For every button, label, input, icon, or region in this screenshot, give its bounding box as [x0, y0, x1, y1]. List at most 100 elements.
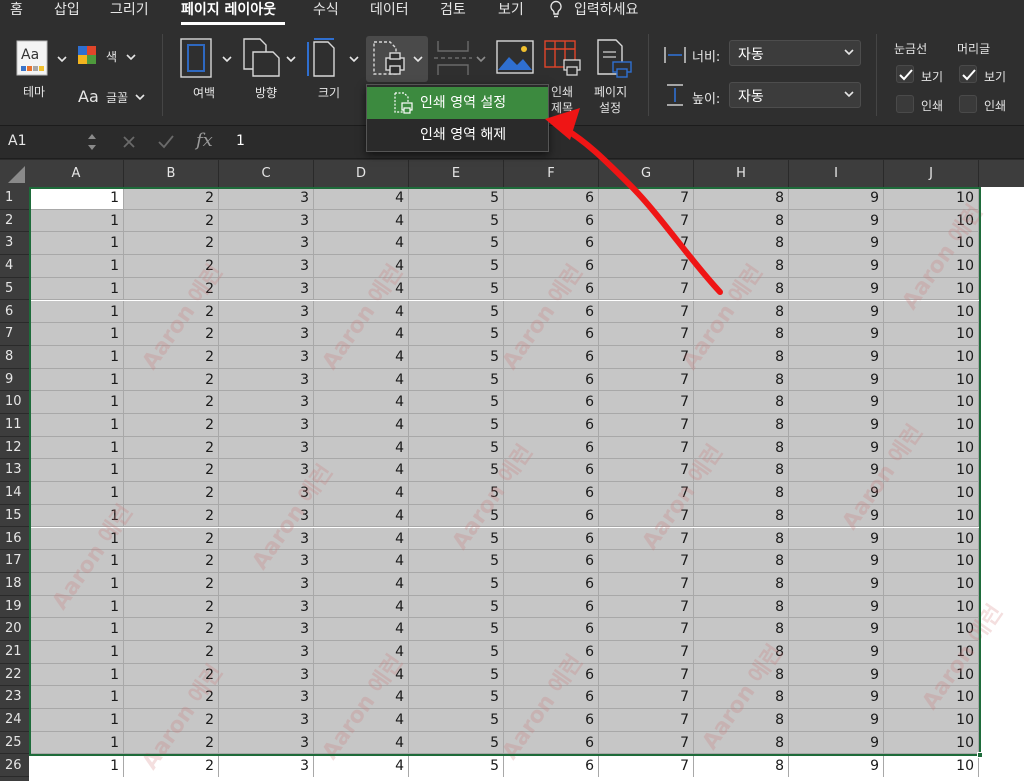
row-header[interactable]: 25	[0, 732, 29, 755]
row-header[interactable]: 7	[0, 323, 29, 346]
cell[interactable]: 9	[789, 641, 884, 664]
tab-review[interactable]: 검토	[440, 0, 466, 20]
cell[interactable]: 4	[314, 368, 409, 392]
cell[interactable]: 1	[29, 731, 124, 755]
cell[interactable]: 7	[599, 482, 694, 505]
cell[interactable]: 8	[694, 641, 789, 664]
row-header[interactable]: 23	[0, 686, 29, 710]
cell[interactable]: 9	[789, 459, 884, 483]
cell[interactable]: 3	[219, 255, 314, 278]
gridlines-view-checkbox[interactable]	[896, 65, 914, 83]
cell[interactable]: 8	[694, 482, 789, 505]
cell[interactable]: 8	[694, 618, 789, 641]
row-header[interactable]: 15	[0, 505, 29, 528]
cell[interactable]: 1	[29, 686, 124, 710]
cell[interactable]: 9	[789, 300, 884, 324]
row-header[interactable]: 1	[0, 187, 29, 210]
cell[interactable]: 5	[409, 345, 504, 369]
cell[interactable]: 9	[789, 731, 884, 755]
cell[interactable]: 3	[219, 572, 314, 596]
cell[interactable]: 8	[694, 323, 789, 346]
column-header-j[interactable]: J	[884, 160, 979, 187]
row-header[interactable]: 10	[0, 391, 29, 414]
tab-home[interactable]: 홈	[10, 0, 23, 20]
orientation-icon[interactable]	[243, 38, 281, 78]
formula-input[interactable]: 1	[236, 133, 245, 149]
cell[interactable]: 5	[409, 277, 504, 301]
cell[interactable]: 2	[124, 187, 219, 210]
cell[interactable]: 9	[789, 482, 884, 505]
cell[interactable]: 6	[504, 641, 599, 664]
cell[interactable]: 10	[884, 255, 979, 278]
cell[interactable]: 2	[124, 731, 219, 755]
cell[interactable]: 8	[694, 255, 789, 278]
cell[interactable]: 8	[694, 459, 789, 483]
cell[interactable]: 10	[884, 436, 979, 460]
cell[interactable]: 3	[219, 504, 314, 528]
cell[interactable]: 9	[789, 436, 884, 460]
size-icon[interactable]	[306, 38, 338, 78]
cell[interactable]: 6	[504, 209, 599, 233]
cell[interactable]: 7	[599, 368, 694, 392]
cell[interactable]: 1	[29, 300, 124, 324]
cell[interactable]: 5	[409, 232, 504, 256]
page-setup-icon[interactable]	[596, 38, 632, 78]
cancel-icon[interactable]	[122, 135, 136, 149]
cell[interactable]: 3	[219, 686, 314, 710]
gridlines-print-checkbox[interactable]	[896, 95, 914, 113]
cell[interactable]: 1	[29, 436, 124, 460]
cell[interactable]: 7	[599, 504, 694, 528]
cell[interactable]: 8	[694, 686, 789, 710]
cell[interactable]: 10	[884, 618, 979, 641]
name-box-stepper-icon[interactable]	[87, 130, 97, 154]
tell-me-search[interactable]: 입력하세요	[574, 0, 638, 20]
cell[interactable]: 3	[219, 300, 314, 324]
column-header-a[interactable]: A	[29, 160, 124, 187]
set-print-area-item[interactable]: 인쇄 영역 설정	[367, 87, 548, 119]
cell[interactable]: 5	[409, 709, 504, 732]
cell[interactable]: 2	[124, 323, 219, 346]
cell[interactable]: 3	[219, 754, 314, 778]
cell-grid[interactable]: 1 2 3 4 5 6 7 8 9 10 1 2 3 4 5 6 7 8 9 10 1 2 3 4 5 6 7 8 9 10 1 2 3 4 5 6 7…	[29, 187, 1024, 781]
cell[interactable]: 7	[599, 255, 694, 278]
row-header[interactable]: 3	[0, 232, 29, 256]
cell[interactable]: 7	[599, 663, 694, 687]
cell[interactable]: 7	[599, 323, 694, 346]
chevron-down-icon[interactable]	[286, 54, 296, 64]
cell[interactable]: 9	[789, 550, 884, 573]
cell[interactable]: 2	[124, 391, 219, 414]
cell[interactable]: 10	[884, 709, 979, 732]
cell[interactable]: 9	[789, 709, 884, 732]
cell[interactable]: 6	[504, 663, 599, 687]
cell[interactable]: 5	[409, 323, 504, 346]
cell[interactable]: 4	[314, 323, 409, 346]
cell[interactable]: 6	[504, 277, 599, 301]
cell[interactable]: 1	[29, 209, 124, 233]
insert-function-icon[interactable]: fx	[196, 130, 213, 151]
cell[interactable]: 4	[314, 572, 409, 596]
chevron-down-icon[interactable]	[126, 52, 136, 62]
cell[interactable]: 8	[694, 187, 789, 210]
chevron-down-icon[interactable]	[222, 54, 232, 64]
cell[interactable]: 6	[504, 527, 599, 551]
column-header-h[interactable]: H	[694, 160, 789, 187]
cell[interactable]: 1	[29, 414, 124, 437]
cell[interactable]: 8	[694, 414, 789, 437]
row-header[interactable]: 11	[0, 414, 29, 437]
cell[interactable]: 9	[789, 686, 884, 710]
cell[interactable]: 10	[884, 345, 979, 369]
cell[interactable]: 10	[884, 368, 979, 392]
cell[interactable]: 4	[314, 459, 409, 483]
background-icon[interactable]	[496, 40, 534, 74]
cell[interactable]: 3	[219, 731, 314, 755]
cell[interactable]: 7	[599, 414, 694, 437]
cell[interactable]: 3	[219, 391, 314, 414]
headings-view-checkbox[interactable]	[959, 65, 977, 83]
cell[interactable]: 1	[29, 550, 124, 573]
cell[interactable]: 6	[504, 731, 599, 755]
cell[interactable]: 6	[504, 323, 599, 346]
cell[interactable]: 7	[599, 345, 694, 369]
cell[interactable]: 4	[314, 709, 409, 732]
tab-insert[interactable]: 삽입	[54, 0, 80, 20]
cell[interactable]: 5	[409, 641, 504, 664]
